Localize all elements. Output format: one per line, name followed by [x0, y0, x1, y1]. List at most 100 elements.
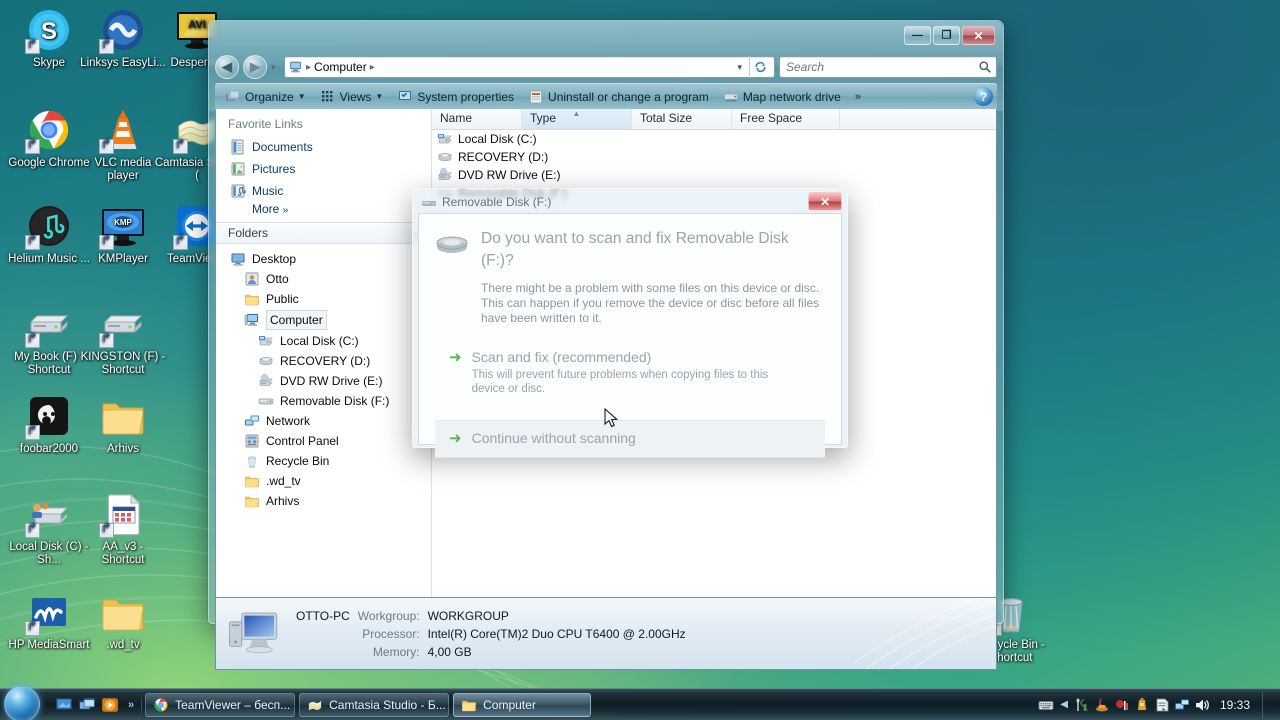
- folder-icon: [102, 599, 144, 631]
- tree-item-wd-tv[interactable]: .wd_tv: [216, 471, 431, 491]
- minimize-icon: —: [912, 29, 923, 41]
- close-button[interactable]: ✕: [962, 26, 995, 45]
- utility-icon[interactable]: [1134, 697, 1150, 713]
- system-tray[interactable]: ◀ 19:33: [1038, 691, 1280, 718]
- organize-button[interactable]: Organize ▼: [219, 87, 312, 107]
- maximize-button[interactable]: ❐: [933, 26, 960, 45]
- tree-item-removable-disk-f[interactable]: Removable Disk (F:): [216, 391, 431, 411]
- explorer-toolbar[interactable]: Organize ▼ Views ▼ System properties Uni…: [215, 83, 997, 109]
- quick-launch-bar[interactable]: [50, 696, 124, 714]
- search-icon[interactable]: [978, 60, 992, 74]
- column-header-free-space[interactable]: Free Space: [732, 109, 840, 129]
- recent-pages-dropdown[interactable]: ▾: [271, 62, 280, 73]
- uninstall-program-button[interactable]: Uninstall or change a program: [522, 87, 715, 107]
- favorite-link-documents[interactable]: Documents: [216, 136, 431, 158]
- arrow-right-icon: ➜: [449, 430, 462, 447]
- tree-item-otto[interactable]: Otto: [216, 269, 431, 289]
- tree-item-control-panel[interactable]: Control Panel: [216, 431, 431, 451]
- network-icon[interactable]: [1174, 697, 1190, 713]
- tree-item-public[interactable]: Public: [216, 289, 431, 309]
- show-desktop-button[interactable]: [1262, 691, 1272, 718]
- dialog-option-2[interactable]: ➜ Continue without scanning: [435, 420, 825, 458]
- details-row-memory: Memory: 4,00 GB: [296, 644, 686, 660]
- views-button[interactable]: Views ▼: [314, 87, 390, 107]
- taskbar-button-teamviewer[interactable]: TeamViewer – бесп...: [145, 692, 296, 717]
- clock[interactable]: 19:33: [1214, 698, 1254, 712]
- desktop-icon-arhivs[interactable]: Arhivs: [80, 392, 166, 456]
- quick-launch-show-desktop[interactable]: [55, 696, 73, 714]
- help-button[interactable]: ?: [974, 87, 993, 106]
- start-button[interactable]: [2, 686, 50, 720]
- quick-launch-media-player[interactable]: [101, 696, 119, 714]
- map-network-drive-button[interactable]: Map network drive: [717, 87, 847, 107]
- toolbar-overflow-button[interactable]: »: [849, 89, 867, 105]
- search-input[interactable]: [786, 60, 978, 74]
- back-button[interactable]: ◀: [215, 55, 239, 79]
- java-icon[interactable]: [1094, 697, 1110, 713]
- details-row-name: OTTO-PC Workgroup: WORKGROUP: [296, 608, 686, 624]
- file-name: DVD RW Drive (E:): [458, 168, 561, 182]
- system-properties-button[interactable]: System properties: [391, 87, 520, 107]
- scan-and-fix-dialog[interactable]: Removable Disk (F:) ✕ Do you want to sca…: [412, 188, 848, 458]
- dialog-close-button[interactable]: ✕: [808, 192, 842, 211]
- favorite-link-music[interactable]: Music: [216, 180, 431, 202]
- tree-item-dvd-rw-drive-e[interactable]: DVD RW Drive (E:): [216, 371, 431, 391]
- forward-button[interactable]: ▶: [243, 55, 267, 79]
- shortcut-overlay-icon: [173, 235, 188, 250]
- column-header-name[interactable]: Name: [432, 109, 522, 129]
- close-icon: ✕: [973, 28, 984, 43]
- tree-item-arhivs[interactable]: Arhivs: [216, 491, 431, 511]
- tree-item-network[interactable]: Network: [216, 411, 431, 431]
- column-header-type[interactable]: ▲ Type: [522, 109, 632, 129]
- favorite-link-label: Pictures: [252, 162, 296, 176]
- address-row[interactable]: ◀ ▶ ▾ ▸ Computer ▸ ▾: [215, 54, 997, 80]
- volume-icon[interactable]: [1194, 697, 1210, 713]
- favorite-link-pictures[interactable]: Pictures: [216, 158, 431, 180]
- desktop-icon-wd-tv[interactable]: .wd_tv: [80, 588, 166, 652]
- tree-item-desktop[interactable]: Desktop: [216, 249, 431, 269]
- tree-item-local-disk-c[interactable]: Local Disk (C:): [216, 331, 431, 351]
- breadcrumb-separator-2[interactable]: ▸: [370, 62, 375, 73]
- desktop-icon-label: .wd_tv: [106, 639, 140, 651]
- chevron-down-icon-2: ▼: [375, 92, 384, 101]
- address-dropdown-button[interactable]: ▾: [733, 62, 746, 73]
- file-name: RECOVERY (D:): [458, 150, 549, 164]
- search-box[interactable]: [779, 56, 997, 78]
- desktop-icon-aa-v3-shortcut[interactable]: AA_v3 - Shortcut: [80, 490, 166, 567]
- tray-chevron-icon[interactable]: ◀: [1058, 699, 1070, 710]
- tools-icon[interactable]: [1074, 697, 1090, 713]
- media-player-icon: [102, 697, 118, 712]
- table-row[interactable]: Local Disk (C:): [432, 130, 996, 148]
- desktop-icon-kingston-f-shortcut[interactable]: KINGSTON (F) - Shortcut: [80, 300, 166, 377]
- column-headers[interactable]: Name ▲ Type Total Size Free Space: [432, 109, 996, 130]
- memory-key: Memory:: [372, 644, 420, 659]
- dialog-option-1[interactable]: ➜ Scan and fix (recommended) This will pre…: [435, 340, 825, 406]
- folders-header-bar[interactable]: Folders ⌄: [216, 222, 431, 244]
- taskbar-button-camtasia-studio[interactable]: Camtasia Studio - Б...: [299, 692, 450, 717]
- taskbar[interactable]: » TeamViewer – бесп... Camtasia Studio - …: [0, 686, 1280, 720]
- breadcrumb-computer[interactable]: Computer: [314, 60, 367, 74]
- quick-launch-switch-windows[interactable]: [78, 696, 96, 714]
- folder-tree[interactable]: Desktop Otto Public Computer Local Disk (C:)…: [216, 244, 431, 597]
- favorite-links-header: Favorite Links: [228, 117, 303, 131]
- refresh-button[interactable]: [749, 56, 771, 78]
- action-center-icon[interactable]: [1154, 697, 1170, 713]
- task-buttons[interactable]: TeamViewer – бесп... Camtasia Studio - Б.…: [145, 692, 595, 717]
- taskbar-button-computer[interactable]: Computer: [453, 692, 592, 717]
- window-titlebar[interactable]: — ❐ ✕: [215, 26, 997, 52]
- tree-item-recycle-bin[interactable]: Recycle Bin: [216, 451, 431, 471]
- minimize-button[interactable]: —: [904, 26, 931, 45]
- table-row[interactable]: RECOVERY (D:): [432, 148, 996, 166]
- favorites-more-button[interactable]: More »: [216, 202, 431, 216]
- address-bar[interactable]: ▸ Computer ▸ ▾: [284, 56, 775, 78]
- quick-launch-overflow[interactable]: »: [124, 699, 138, 711]
- navigation-pane[interactable]: Favorite Links Documents Pictures Music Mo…: [216, 109, 432, 597]
- tree-item-computer[interactable]: Computer: [216, 309, 431, 331]
- keyboard-icon[interactable]: [1038, 697, 1054, 713]
- antivirus-icon[interactable]: [1114, 697, 1130, 713]
- computer-name: OTTO-PC: [296, 608, 350, 623]
- tree-item-recovery-d[interactable]: RECOVERY (D:): [216, 351, 431, 371]
- table-row[interactable]: DVD RW Drive (E:): [432, 166, 996, 184]
- dialog-titlebar[interactable]: Removable Disk (F:) ✕: [418, 192, 842, 213]
- column-header-total-size[interactable]: Total Size: [632, 109, 732, 129]
